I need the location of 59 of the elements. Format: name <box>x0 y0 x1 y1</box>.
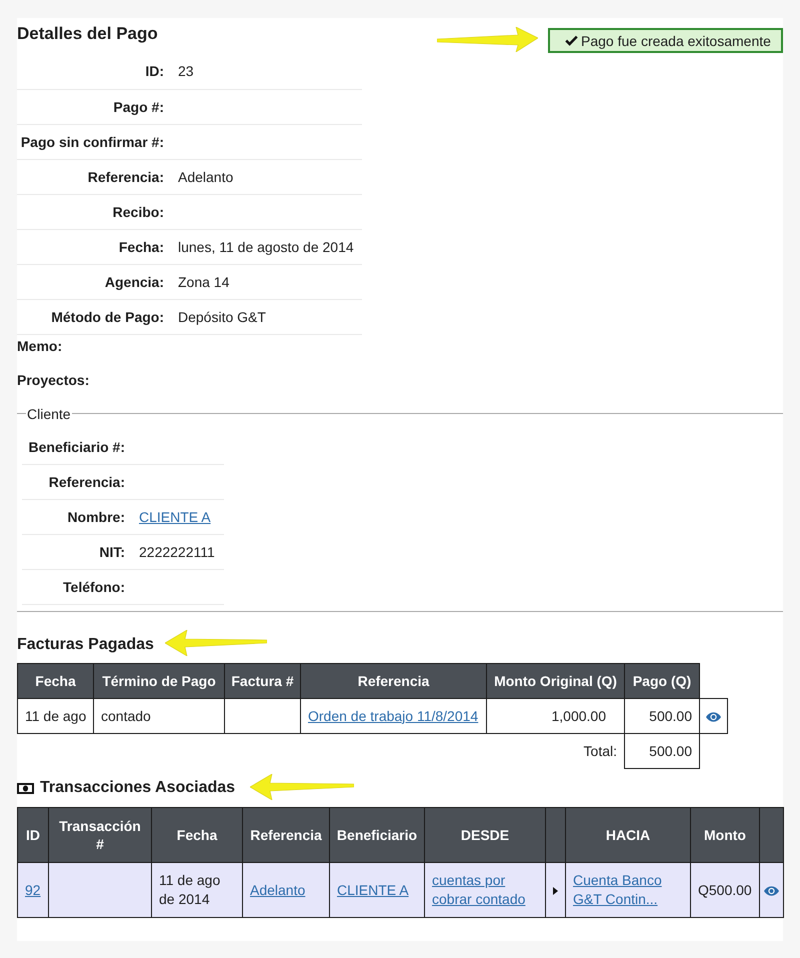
field-label: Pago sin confirmar #: <box>20 134 164 150</box>
column-header: Beneficiario <box>330 808 424 862</box>
table-cell: 11 de ago de 2014 <box>152 862 242 918</box>
field-label: Nombre: <box>67 509 125 525</box>
column-header: Transacción # <box>48 808 152 862</box>
table-cell: 500.00 <box>624 698 700 734</box>
field-label: ID: <box>145 63 164 80</box>
column-header: Término de Pago <box>94 664 224 698</box>
reference-link[interactable]: Adelanto <box>250 880 306 900</box>
column-header: ID <box>18 808 48 862</box>
column-header: Pago (Q) <box>624 664 700 698</box>
column-header: Fecha <box>152 808 242 862</box>
check-icon <box>565 35 578 46</box>
table-cell: 11 de ago <box>18 698 94 734</box>
beneficiary-link[interactable]: CLIENTE A <box>337 880 409 900</box>
field-label: Referencia: <box>88 168 164 184</box>
section-legend: Cliente <box>26 406 72 422</box>
column-header: HACIA <box>566 808 690 862</box>
section-title: Transacciones Asociadas <box>40 778 236 798</box>
account-link[interactable]: Cuenta Banco G&T Contin... <box>573 871 683 909</box>
total-label: Total: <box>584 743 617 760</box>
table-cell: contado <box>94 698 224 734</box>
field-label: Teléfono: <box>63 579 125 595</box>
field-label: Método de Pago: <box>51 308 164 324</box>
eye-icon[interactable] <box>764 886 779 896</box>
column-header: Monto <box>690 808 760 862</box>
field-label: Agencia: <box>104 274 164 290</box>
field-label: Beneficiario #: <box>28 438 125 455</box>
column-header: Referencia <box>242 808 330 862</box>
column-header: Referencia <box>300 664 486 698</box>
field-value: 2222222111 <box>139 544 215 560</box>
field-label: Pago #: <box>113 98 164 114</box>
field-label: Memo: <box>17 336 62 356</box>
page-title: Detalles del Pago <box>17 24 158 44</box>
column-header: Factura # <box>224 664 300 698</box>
field-value: Adelanto <box>178 168 234 184</box>
field-label: NIT: <box>99 544 125 560</box>
account-link[interactable]: cuentas por cobrar contado <box>432 871 538 909</box>
field-label: Proyectos: <box>17 370 90 390</box>
reference-link[interactable]: Orden de trabajo 11/8/2014 <box>308 706 478 726</box>
caret-icon <box>553 887 558 896</box>
table-cell: Q500.00 <box>690 862 760 918</box>
field-label: Fecha: <box>118 238 164 254</box>
field-value: Zona 14 <box>178 274 230 290</box>
column-header: DESDE <box>424 808 546 862</box>
field-value: Depósito G&T <box>178 308 266 324</box>
section-title: Facturas Pagadas <box>17 635 154 655</box>
column-header: Fecha <box>18 664 94 698</box>
eye-icon[interactable] <box>706 712 721 722</box>
field-label: Recibo: <box>112 204 164 220</box>
field-label: Referencia: <box>48 474 125 490</box>
id-link[interactable]: 92 <box>25 880 41 900</box>
client-name-link[interactable]: CLIENTE A <box>139 509 211 525</box>
field-value: lunes, 11 de agosto de 2014 <box>178 238 354 254</box>
field-value: 23 <box>178 63 194 80</box>
column-header: Monto Original (Q) <box>486 664 624 698</box>
alert-message: Pago fue creada exitosamente <box>581 32 771 48</box>
table-cell: 1,000.00 <box>486 698 624 734</box>
total-cell: 500.00 <box>624 734 700 768</box>
